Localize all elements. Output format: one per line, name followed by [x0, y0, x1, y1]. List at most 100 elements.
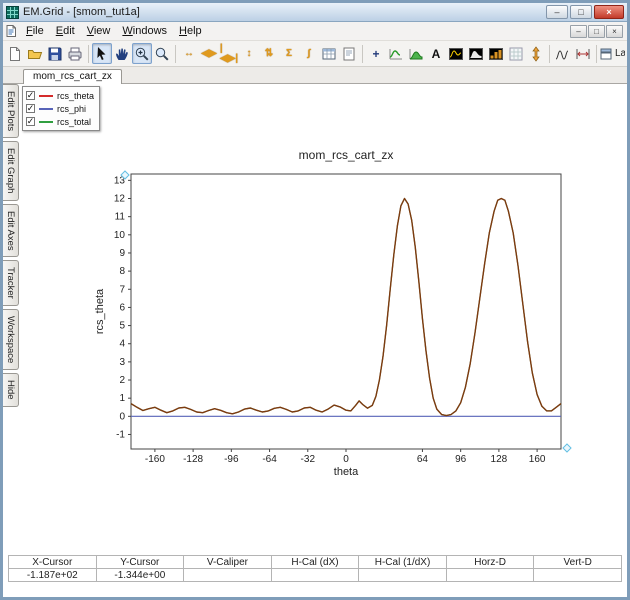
plot-style-dark2-icon — [468, 46, 484, 62]
toolbar-page-layout-button[interactable] — [339, 43, 359, 64]
status-col-y-cursor: Y-Cursor — [96, 556, 184, 569]
y-tick-label: 0 — [119, 411, 125, 422]
chart-title: mom_rcs_cart_zx — [299, 148, 394, 162]
toolbar-fit-vertical-button[interactable]: ↕ — [239, 43, 259, 64]
status-value-6 — [534, 569, 622, 582]
maximize-button[interactable]: □ — [570, 5, 592, 19]
legend-panel[interactable]: ✓rcs_theta✓rcs_phi✓rcs_total — [22, 86, 100, 131]
close-button[interactable]: × — [594, 5, 624, 19]
x-tick-label: 128 — [491, 454, 508, 465]
mdi-minimize-button[interactable]: – — [570, 25, 587, 38]
y-tick-label: 4 — [119, 339, 125, 350]
caliper-handle-bottom-right[interactable] — [563, 444, 571, 452]
toolbar-zoom-button[interactable] — [152, 43, 172, 64]
x-tick-label: -96 — [224, 454, 239, 465]
area-tool-icon — [408, 46, 424, 62]
toolbar-plot-style-dark3-button[interactable] — [486, 43, 506, 64]
tab-mom-rcs-cart-zx[interactable]: mom_rcs_cart_zx — [23, 69, 122, 84]
status-col-v-caliper: V-Caliper — [184, 556, 272, 569]
toolbar-measure-horizontal-button[interactable] — [573, 43, 593, 64]
toolbar-separator — [549, 45, 550, 63]
status-table: X-CursorY-CursorV-CaliperH-Cal (dX)H-Cal… — [8, 555, 622, 582]
legend-checkbox-rcs_total[interactable]: ✓ — [26, 117, 35, 126]
toolbar-select-cursor-button[interactable] — [92, 43, 112, 64]
status-value-4 — [359, 569, 447, 582]
print-icon — [67, 46, 83, 62]
chart-svg[interactable]: -1012345678910111213-160-128-96-64-32064… — [91, 144, 585, 484]
side-tab-workspace[interactable]: Workspace — [3, 309, 19, 370]
mdi-restore-button[interactable]: □ — [588, 25, 605, 38]
x-tick-label: -128 — [183, 454, 203, 465]
y-tick-label: 1 — [119, 393, 125, 404]
legend-row-rcs_theta: ✓ rcs_theta — [26, 89, 94, 102]
titlebar[interactable]: EM.Grid - [smom_tut1a] –□× — [3, 3, 627, 22]
toolbar-new-document-button[interactable] — [5, 43, 25, 64]
side-tab-edit-plots[interactable]: Edit Plots — [3, 84, 19, 138]
status-value-2 — [184, 569, 272, 582]
legend-label: rcs_total — [57, 117, 91, 127]
toolbar-save-button[interactable] — [45, 43, 65, 64]
layout-area[interactable]: Layou — [600, 48, 625, 60]
tab-row: mom_rcs_cart_zx — [3, 67, 627, 84]
y-tick-label: 12 — [114, 194, 126, 205]
toolbar-full-extent-horizontal-button[interactable]: |◀▶| — [219, 43, 239, 64]
toolbar-separator — [362, 45, 363, 63]
menu-file[interactable]: File — [20, 24, 50, 38]
toolbar-integrate-tool-button[interactable]: ∫ — [299, 43, 319, 64]
status-value-3 — [271, 569, 359, 582]
toolbar-open-file-button[interactable] — [25, 43, 45, 64]
toolbar-plot-style-dark1-button[interactable] — [446, 43, 466, 64]
zoom-icon — [154, 46, 170, 62]
y-tick-label: 3 — [119, 357, 125, 368]
sum-tool-icon: Σ — [286, 49, 292, 59]
legend-label: rcs_theta — [57, 91, 94, 101]
select-cursor-icon — [94, 46, 110, 62]
toolbar-separator — [175, 45, 176, 63]
minimize-button[interactable]: – — [546, 5, 568, 19]
legend-checkbox-rcs_theta[interactable]: ✓ — [26, 91, 35, 100]
toolbar-expand-vertical-button[interactable] — [526, 43, 546, 64]
y-tick-label: 2 — [119, 375, 125, 386]
legend-checkbox-rcs_phi[interactable]: ✓ — [26, 104, 35, 113]
toolbar-grid-options-button[interactable] — [506, 43, 526, 64]
toolbar-print-button[interactable] — [65, 43, 85, 64]
toolbar-curve-tool-button[interactable] — [386, 43, 406, 64]
status-col-horz-d: Horz-D — [446, 556, 534, 569]
toolbar-fit-horizontal-button[interactable]: ↔ — [179, 43, 199, 64]
y-tick-label: 7 — [119, 284, 125, 295]
page-layout-icon — [341, 46, 357, 62]
toolbar-zoom-window-button[interactable] — [132, 43, 152, 64]
toolbar-pan-hand-button[interactable] — [112, 43, 132, 64]
legend-line-sample — [39, 121, 53, 123]
toolbar-add-plot-button[interactable]: + — [366, 43, 386, 64]
toolbar-sum-tool-button[interactable]: Σ — [279, 43, 299, 64]
save-icon — [47, 46, 63, 62]
legend-row-rcs_total: ✓ rcs_total — [26, 115, 94, 128]
layout-icon — [600, 48, 612, 60]
menu-view[interactable]: View — [81, 24, 117, 38]
side-tab-tracker[interactable]: Tracker — [3, 260, 19, 306]
menu-edit[interactable]: Edit — [50, 24, 81, 38]
toolbar-text-tool-button[interactable]: A — [426, 43, 446, 64]
measure-horizontal-icon — [575, 46, 591, 62]
toolbar-scroll-horizontal-button[interactable]: ◀▶ — [199, 43, 219, 64]
fit-vertical-icon: ↕ — [247, 49, 252, 59]
mdi-close-button[interactable]: × — [606, 25, 623, 38]
toolbar-buttons: ↔◀▶|◀▶| ↕ ⇅ Σ ∫ + A — [5, 43, 600, 64]
menu-help[interactable]: Help — [173, 24, 208, 38]
side-tab-hide[interactable]: Hide — [3, 373, 19, 407]
menu-windows[interactable]: Windows — [116, 24, 173, 38]
toolbar-dual-curve-button[interactable] — [553, 43, 573, 64]
x-tick-label: 160 — [529, 454, 546, 465]
toolbar-area-tool-button[interactable] — [406, 43, 426, 64]
scroll-vertical-icon: ⇅ — [265, 49, 273, 59]
window-title: EM.Grid - [smom_tut1a] — [23, 6, 140, 18]
toolbar-scroll-vertical-button[interactable]: ⇅ — [259, 43, 279, 64]
y-tick-label: 11 — [115, 212, 126, 223]
dual-curve-icon — [555, 46, 571, 62]
side-tab-edit-graph[interactable]: Edit Graph — [3, 141, 19, 200]
side-tab-edit-axes[interactable]: Edit Axes — [3, 204, 19, 258]
status-area: X-CursorY-CursorV-CaliperH-Cal (dX)H-Cal… — [3, 553, 627, 597]
toolbar-plot-style-dark2-button[interactable] — [466, 43, 486, 64]
toolbar-data-table-button[interactable] — [319, 43, 339, 64]
